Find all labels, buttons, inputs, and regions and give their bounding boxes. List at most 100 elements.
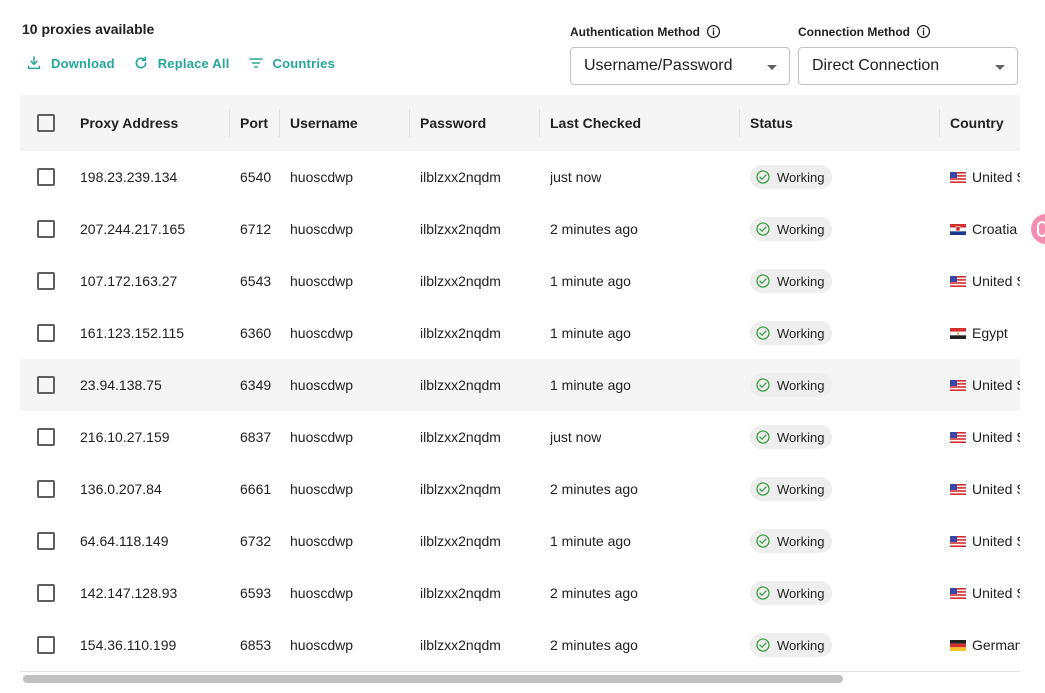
status-text: Working xyxy=(777,273,825,289)
country-name: Egypt xyxy=(972,325,1008,341)
proxy-username: huoscdwp xyxy=(290,637,354,653)
proxy-port: 6360 xyxy=(240,325,272,341)
connection-method-select[interactable]: Direct Connection xyxy=(798,47,1018,85)
row-checkbox[interactable] xyxy=(37,480,55,498)
countries-button[interactable]: Countries xyxy=(248,55,335,71)
row-checkbox[interactable] xyxy=(37,584,55,602)
column-separator[interactable] xyxy=(409,109,410,137)
row-checkbox[interactable] xyxy=(37,428,55,446)
status-badge: Working xyxy=(750,165,833,189)
country-name: United States xyxy=(972,481,1020,497)
proxy-username: huoscdwp xyxy=(290,481,354,497)
flag-us-icon xyxy=(950,379,966,391)
check-circle-icon xyxy=(756,586,770,600)
status-cell: Working xyxy=(750,359,833,411)
table-row[interactable]: 207.244.217.165 6712 huoscdwp ilblzxx2nqdm 2… xyxy=(20,203,1020,256)
info-icon[interactable] xyxy=(916,24,931,39)
table-row[interactable]: 161.123.152.115 6360 huoscdwp ilblzxx2nqdm 1… xyxy=(20,307,1020,360)
column-header-port[interactable]: Port xyxy=(240,95,268,151)
status-badge: Working xyxy=(750,633,833,657)
column-header-username[interactable]: Username xyxy=(290,95,358,151)
proxy-port: 6349 xyxy=(240,377,272,393)
download-button[interactable]: Download xyxy=(26,55,115,71)
row-checkbox[interactable] xyxy=(37,220,55,238)
country-cell: United States xyxy=(950,151,1020,203)
column-header-status[interactable]: Status xyxy=(750,95,793,151)
column-separator[interactable] xyxy=(939,109,940,137)
flag-us-icon xyxy=(950,483,966,495)
proxy-password: ilblzxx2nqdm xyxy=(420,429,501,445)
country-cell: United States xyxy=(950,463,1020,515)
check-circle-icon xyxy=(756,430,770,444)
table-row[interactable]: 142.147.128.93 6593 huoscdwp ilblzxx2nqdm 2 … xyxy=(20,567,1020,620)
proxy-address: 136.0.207.84 xyxy=(80,481,162,497)
table-row[interactable]: 107.172.163.27 6543 huoscdwp ilblzxx2nqdm 1 … xyxy=(20,255,1020,308)
table-row[interactable]: 23.94.138.75 6349 huoscdwp ilblzxx2nqdm 1 mi… xyxy=(20,359,1020,412)
check-circle-icon xyxy=(756,378,770,392)
row-checkbox[interactable] xyxy=(37,376,55,394)
column-header-password[interactable]: Password xyxy=(420,95,486,151)
table-row[interactable]: 64.64.118.149 6732 huoscdwp ilblzxx2nqdm 1 m… xyxy=(20,515,1020,568)
proxy-username: huoscdwp xyxy=(290,273,354,289)
side-widget-icon[interactable] xyxy=(1031,214,1045,244)
proxy-port: 6732 xyxy=(240,533,272,549)
row-checkbox[interactable] xyxy=(37,272,55,290)
check-circle-icon xyxy=(756,170,770,184)
country-name: United States xyxy=(972,377,1020,393)
status-badge: Working xyxy=(750,529,833,553)
chevron-down-icon xyxy=(995,65,1005,70)
proxy-username: huoscdwp xyxy=(290,325,354,341)
row-checkbox[interactable] xyxy=(37,168,55,186)
flag-us-icon xyxy=(950,171,966,183)
replace-all-button[interactable]: Replace All xyxy=(133,55,230,71)
status-badge: Working xyxy=(750,217,833,241)
proxy-port: 6543 xyxy=(240,273,272,289)
country-cell: United States xyxy=(950,515,1020,567)
action-bar: Download Replace All Countries xyxy=(26,55,353,71)
table-row[interactable]: 154.36.110.199 6853 huoscdwp ilblzxx2nqdm 2 … xyxy=(20,619,1020,672)
column-header-country[interactable]: Country xyxy=(950,95,1004,151)
check-circle-icon xyxy=(756,326,770,340)
horizontal-scrollbar[interactable] xyxy=(20,675,1020,683)
info-icon[interactable] xyxy=(706,24,721,39)
column-header-address[interactable]: Proxy Address xyxy=(80,95,178,151)
column-separator[interactable] xyxy=(539,109,540,137)
proxy-address: 216.10.27.159 xyxy=(80,429,170,445)
column-separator[interactable] xyxy=(229,109,230,137)
row-checkbox[interactable] xyxy=(37,532,55,550)
table-row[interactable]: 216.10.27.159 6837 huoscdwp ilblzxx2nqdm jus… xyxy=(20,411,1020,464)
proxy-username: huoscdwp xyxy=(290,169,354,185)
connection-method-label-text: Connection Method xyxy=(798,24,910,39)
table-row[interactable]: 136.0.207.84 6661 huoscdwp ilblzxx2nqdm 2 mi… xyxy=(20,463,1020,516)
scrollbar-thumb[interactable] xyxy=(23,675,843,683)
proxy-count: 10 proxies available xyxy=(22,21,155,37)
proxy-password: ilblzxx2nqdm xyxy=(420,169,501,185)
proxy-address: 207.244.217.165 xyxy=(80,221,186,237)
country-name: United States xyxy=(972,429,1020,445)
select-all-checkbox[interactable] xyxy=(37,114,55,132)
last-checked: just now xyxy=(550,169,602,185)
status-text: Working xyxy=(777,429,825,445)
last-checked: 1 minute ago xyxy=(550,325,631,341)
refresh-icon xyxy=(135,56,147,69)
status-badge: Working xyxy=(750,581,833,605)
row-checkbox[interactable] xyxy=(37,636,55,654)
column-separator[interactable] xyxy=(739,109,740,137)
table-header: Proxy Address Port Username Password Las… xyxy=(20,95,1020,152)
column-separator[interactable] xyxy=(279,109,280,137)
status-text: Working xyxy=(777,637,825,653)
auth-method-select[interactable]: Username/Password xyxy=(570,47,790,85)
proxy-address: 198.23.239.134 xyxy=(80,169,178,185)
status-text: Working xyxy=(777,325,825,341)
connection-method-value: Direct Connection xyxy=(812,57,940,74)
status-text: Working xyxy=(777,169,825,185)
status-cell: Working xyxy=(750,567,833,619)
status-cell: Working xyxy=(750,411,833,463)
flag-us-icon xyxy=(950,275,966,287)
auth-method-label-text: Authentication Method xyxy=(570,24,700,39)
table-row[interactable]: 198.23.239.134 6540 huoscdwp ilblzxx2nqdm ju… xyxy=(20,151,1020,204)
column-header-last-checked[interactable]: Last Checked xyxy=(550,95,641,151)
row-checkbox[interactable] xyxy=(37,324,55,342)
status-badge: Working xyxy=(750,477,833,501)
proxy-username: huoscdwp xyxy=(290,377,354,393)
